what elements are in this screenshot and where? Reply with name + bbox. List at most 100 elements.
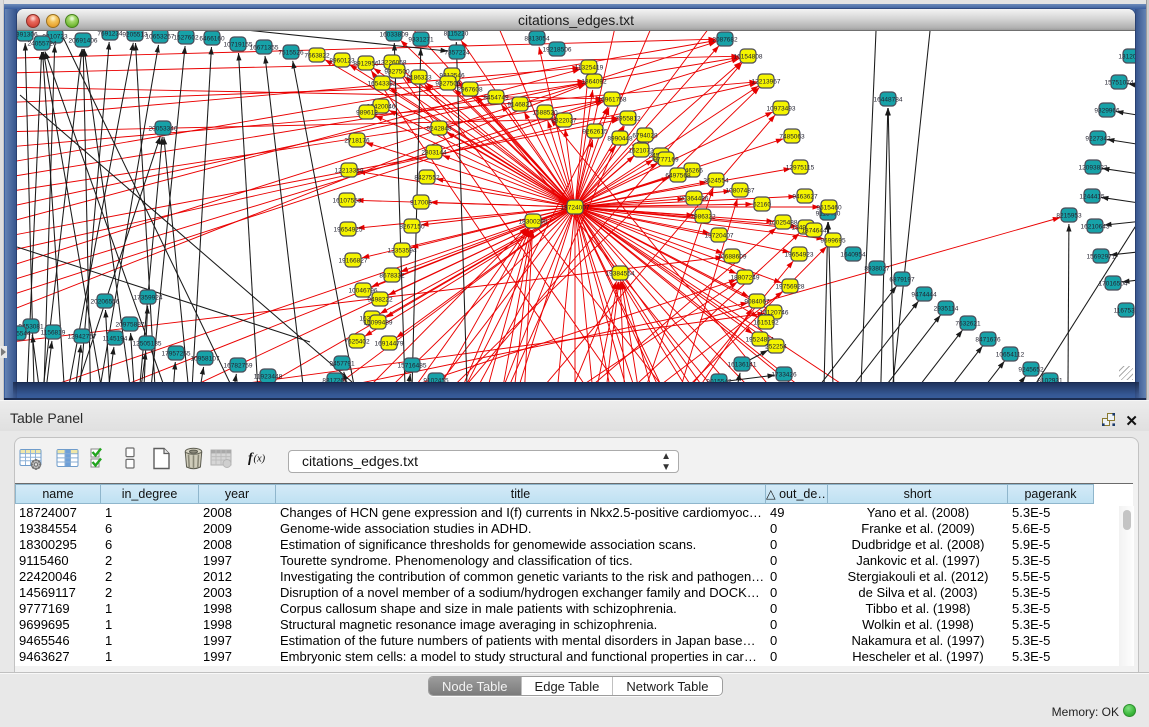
svg-text:18724007: 18724007 [561,204,590,211]
svg-text:7955812: 7955812 [615,115,641,122]
svg-text:18807249: 18807249 [731,274,760,281]
svg-text:16099489: 16099489 [364,319,393,326]
svg-text:3624554: 3624554 [703,177,729,184]
svg-text:8322037: 8322037 [551,117,577,124]
svg-text:1615192: 1615192 [753,319,779,326]
svg-text:12505135: 12505135 [133,340,162,347]
svg-text:8938027: 8938027 [864,265,890,272]
svg-text:7357224: 7357224 [444,49,470,56]
svg-text:7691234: 7691234 [97,31,123,37]
svg-text:19654925: 19654925 [334,226,363,233]
svg-text:2967608: 2967608 [457,86,483,93]
svg-text:9245652: 9245652 [1018,366,1044,373]
svg-text:8912956: 8912956 [353,60,379,67]
svg-text:10688609: 10688609 [718,253,747,260]
svg-text:9331271: 9331271 [408,36,434,43]
svg-text:16543382: 16543382 [368,80,397,87]
svg-text:16154808: 16154808 [734,53,763,60]
svg-text:10719155: 10719155 [224,41,253,48]
svg-text:7632621: 7632621 [955,320,981,327]
svg-text:10807487: 10807487 [726,187,755,194]
svg-text:17957255: 17957255 [162,350,191,357]
svg-text:2087682: 2087682 [712,36,738,43]
svg-text:9242848: 9242848 [426,125,452,132]
svg-text:1874644: 1874644 [801,227,827,234]
svg-text:252254: 252254 [765,343,787,350]
svg-text:11325419: 11325419 [575,64,604,71]
svg-text:12213967: 12213967 [752,78,781,85]
svg-text:9474444: 9474444 [911,291,937,298]
svg-text:8990448: 8990448 [607,135,633,142]
svg-text:2803144: 2803144 [421,149,447,156]
svg-text:1312045: 1312045 [1118,53,1135,60]
svg-text:9084067: 9084067 [744,298,770,305]
svg-text:6466160: 6466160 [199,35,225,42]
svg-text:7515526: 7515526 [278,49,304,56]
svg-text:10958107: 10958107 [191,355,220,362]
svg-text:9146821: 9146821 [507,101,533,108]
svg-text:7663822: 7663822 [304,52,330,59]
svg-text:8454749: 8454749 [483,94,509,101]
svg-text:917006: 917006 [410,199,432,206]
svg-text:8215953: 8215953 [1056,212,1082,219]
svg-text:16448784: 16448784 [874,96,903,103]
svg-text:15720407: 15720407 [705,232,734,239]
svg-text:11923448: 11923448 [254,373,283,380]
svg-text:15692971: 15692971 [1087,253,1116,260]
svg-text:7625402: 7625402 [344,338,370,345]
svg-text:9463627: 9463627 [792,193,818,200]
svg-text:62160: 62160 [753,201,771,208]
svg-text:16033809: 16033809 [380,31,409,38]
svg-text:16671355: 16671355 [250,44,279,51]
svg-text:1864092: 1864092 [581,78,607,85]
svg-text:9515460: 9515460 [816,204,842,211]
svg-text:19218506: 19218506 [543,46,572,53]
svg-text:1527602: 1527602 [173,34,199,41]
svg-text:1156819: 1156819 [41,329,66,336]
svg-text:12213389: 12213389 [335,167,364,174]
svg-text:9329966: 9329966 [1094,107,1120,114]
svg-text:8427552: 8427552 [414,174,440,181]
svg-text:16210643: 16210643 [1081,223,1110,230]
svg-text:20206556: 20206556 [91,298,120,305]
svg-text:8471676: 8471676 [975,336,1001,343]
svg-text:8267150: 8267150 [399,223,425,230]
svg-text:20691406: 20691406 [69,37,98,44]
svg-text:8960123: 8960123 [329,57,355,64]
svg-text:8102931: 8102931 [1037,377,1063,382]
svg-text:9457791: 9457791 [329,360,355,367]
svg-text:3915544: 3915544 [17,330,31,337]
svg-text:8817264: 8817264 [322,377,348,382]
svg-text:7485063: 7485063 [779,133,805,140]
svg-text:12093822: 12093822 [1079,164,1108,171]
svg-text:6497568: 6497568 [665,172,691,179]
svg-text:19756928: 19756928 [776,283,805,290]
svg-text:9102455: 9102455 [423,377,449,382]
svg-text:18300295: 18300295 [519,218,548,225]
svg-text:16782759: 16782759 [224,362,253,369]
svg-text:9777169: 9777169 [653,156,679,163]
svg-text:17016504: 17016504 [1099,280,1128,287]
svg-text:8115220: 8115220 [444,31,469,37]
svg-text:9227342: 9227342 [1085,135,1111,142]
svg-text:15716485: 15716485 [398,362,427,369]
svg-text:19166827: 19166827 [339,257,368,264]
svg-text:8813054: 8813054 [524,35,550,42]
svg-text:24055724: 24055724 [28,40,57,47]
svg-text:7986322: 7986322 [690,213,716,220]
svg-text:6794028: 6794028 [632,132,658,139]
svg-text:10654112: 10654112 [996,351,1025,358]
svg-text:10653267: 10653267 [146,33,175,40]
svg-text:19654923: 19654923 [785,251,814,258]
svg-text:9205513: 9205513 [122,31,148,38]
svg-text:20364436: 20364436 [680,195,709,202]
svg-text:16136141: 16136141 [728,361,757,368]
svg-text:8678332: 8678332 [379,272,405,279]
svg-text:8186323: 8186323 [406,74,432,81]
svg-text:1244415: 1244415 [1079,193,1105,200]
svg-text:12353594: 12353594 [388,247,417,254]
svg-text:2718176: 2718176 [344,137,370,144]
svg-text:9498222: 9498222 [367,296,393,303]
svg-text:9262615: 9262615 [582,128,608,135]
svg-text:16914479: 16914479 [375,340,404,347]
